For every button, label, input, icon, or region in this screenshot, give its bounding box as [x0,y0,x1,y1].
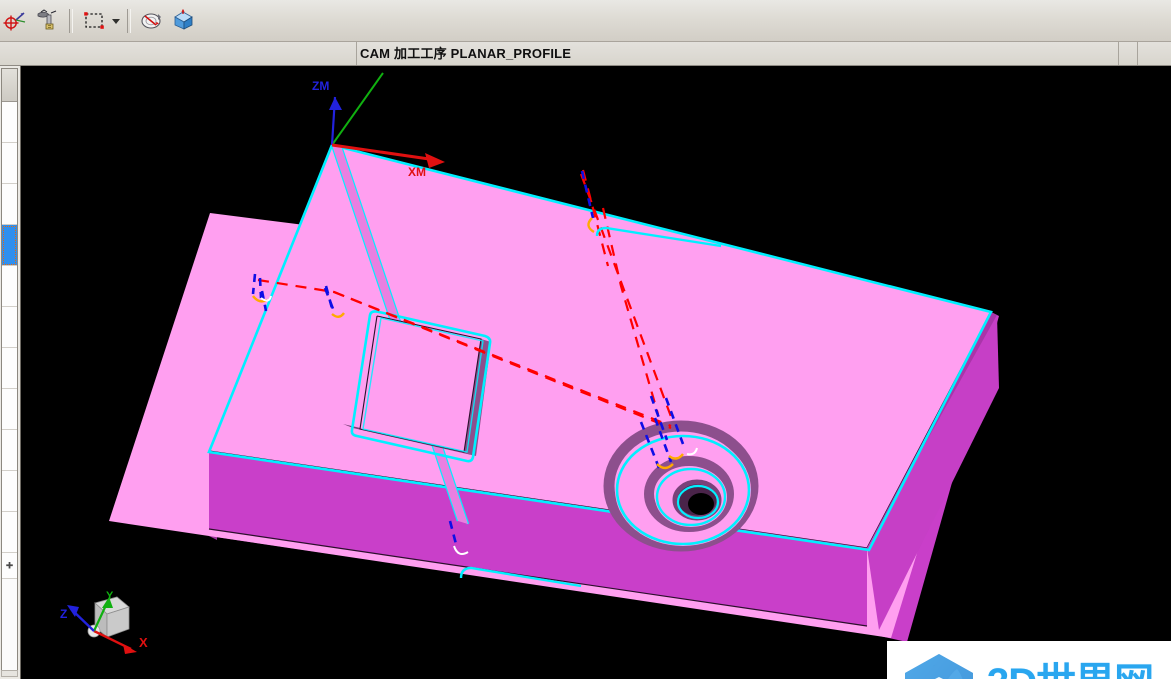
resource-tab-web-browser[interactable] [2,348,17,389]
resource-tab-constraint-navigator[interactable] [2,143,17,184]
model-scene [67,72,999,654]
title-strip-cell-left [0,42,357,65]
wcs-zm-label: ZM [312,79,330,93]
page-title: CAM 加工工序 PLANAR_PROFILE [360,46,572,61]
site-watermark: 3D世界网 WWW.3DSJW.COM [887,641,1171,679]
view-orientation-triad [67,596,137,654]
selection-dropdown-caret-icon[interactable] [110,7,122,35]
graphics-viewport[interactable]: ZM XM X Y Z 3D世界网 [21,66,1171,679]
resource-tab-roles[interactable] [2,471,17,512]
machine-tool-icon[interactable] [33,6,63,36]
wcs-xm-arrow [425,153,445,168]
selection-rectangle-icon[interactable] [79,6,109,36]
application-window: CAM 加工工序 PLANAR_PROFILE ✚ ZM XM X Y Z [0,0,1171,679]
resource-tab-assembly-navigator[interactable] [2,102,17,143]
resource-tab-part-navigator[interactable] [2,184,17,225]
triad-y-label: Y [106,590,114,602]
circular-pocket-group [603,420,759,552]
resource-tab-reuse-library[interactable] [2,266,17,307]
shaded-cube-icon[interactable] [169,6,199,36]
resource-bar-footer [1,670,18,677]
triad-z-label: Z [60,607,68,621]
resource-tab-operation-navigator[interactable] [2,225,17,266]
wcs-origin-icon[interactable] [1,6,31,36]
toolbar-separator-2 [127,9,131,33]
title-strip-cell-right-2 [1138,42,1171,65]
toolbar-separator-1 [69,9,73,33]
workpiece-top [208,144,999,630]
resource-bar-tabs: ✚ [1,68,18,676]
title-strip-cell-right-1 [1119,42,1138,65]
resource-bar: ✚ [0,66,21,679]
plus-icon: ✚ [5,560,14,570]
wcs-zm-arrow [329,97,342,110]
render-style-icon[interactable] [137,6,167,36]
hexagon-cube-logo [905,654,973,679]
resource-tab-header[interactable] [2,69,17,102]
resource-tab-process-studio[interactable] [2,430,17,471]
main-toolbar [0,0,1171,42]
wcs-xm-label: XM [408,165,426,179]
triad-x-label: X [139,635,148,650]
resource-tab-html-help[interactable] [2,307,17,348]
through-hole [688,493,714,515]
watermark-brand: 3D世界网 [987,655,1171,679]
resource-tab-add-more[interactable]: ✚ [2,553,17,579]
resource-tab-system-scene[interactable] [2,512,17,553]
status-title-strip: CAM 加工工序 PLANAR_PROFILE [0,42,1171,66]
resource-tab-history[interactable] [2,389,17,430]
triad-x-arrow [123,644,137,654]
